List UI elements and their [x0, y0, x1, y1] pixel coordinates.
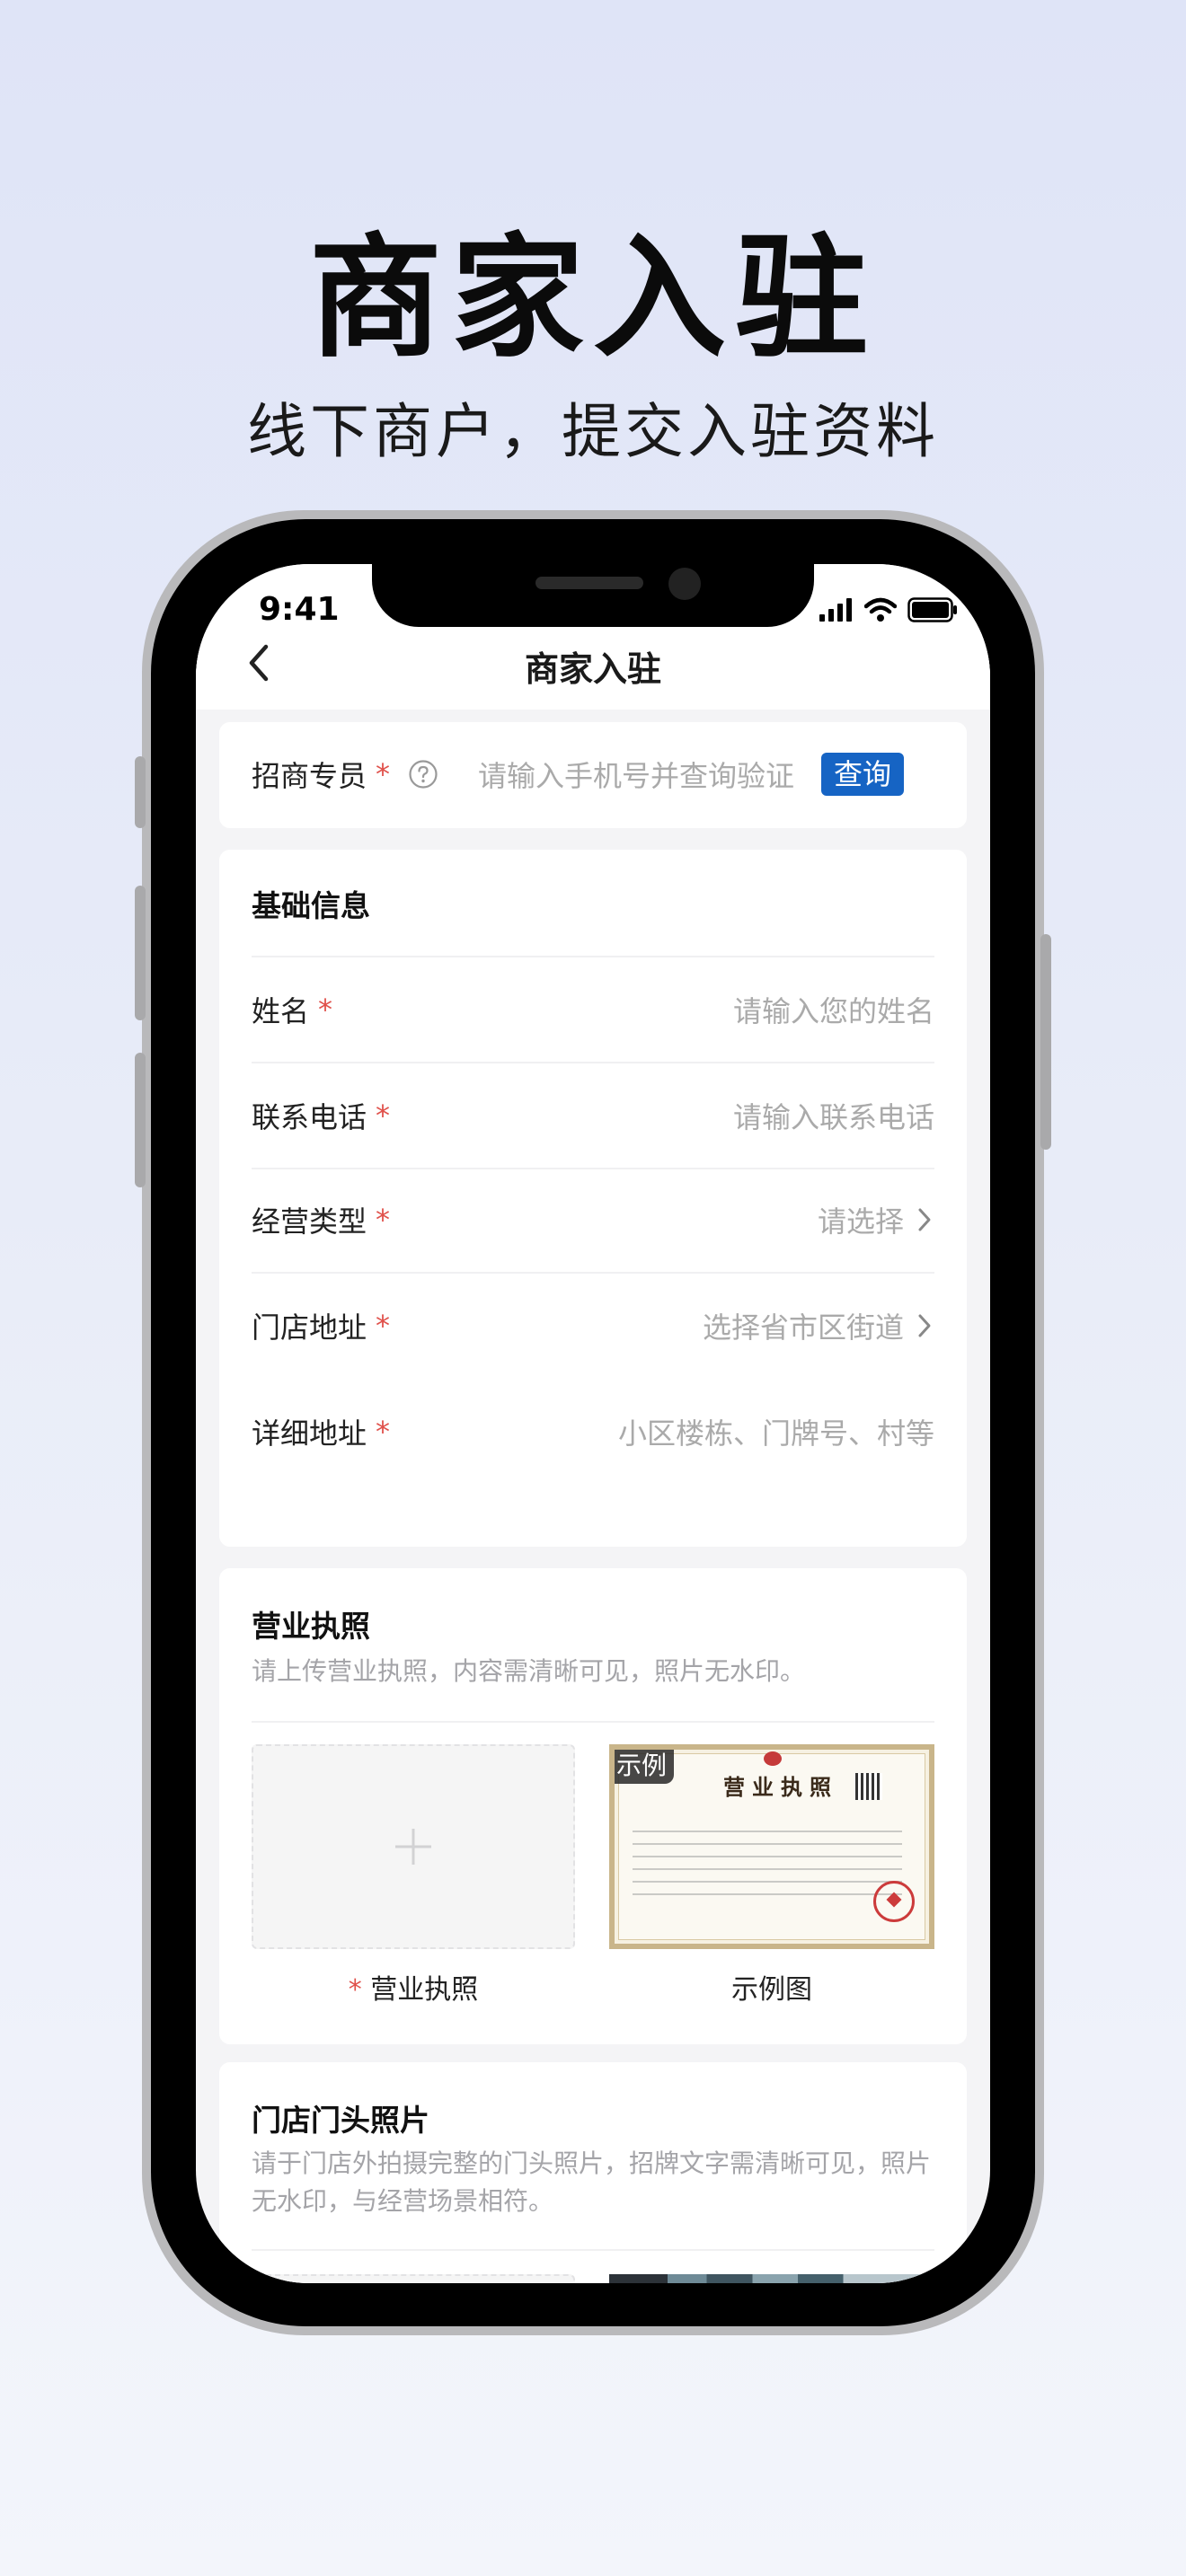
- required-mark: *: [376, 1098, 391, 1133]
- store-address-select[interactable]: 选择省市区街道: [703, 1305, 934, 1346]
- example-red-seal: [873, 1881, 915, 1922]
- required-mark: *: [376, 757, 391, 791]
- divider: [252, 1721, 934, 1723]
- divider: [252, 2249, 934, 2251]
- field-detail-address[interactable]: 详细地址 * 小区楼栋、门牌号、村等: [252, 1380, 934, 1484]
- wifi-icon: [864, 597, 897, 622]
- agent-card: 招商专员 * 请输入手机号并查询验证 查询: [219, 722, 967, 828]
- status-icons: [819, 596, 958, 623]
- battery-icon: [907, 597, 957, 622]
- phone-volume-up-button: [135, 886, 146, 1020]
- nav-title: 商家入驻: [524, 649, 661, 689]
- required-mark: *: [376, 1415, 391, 1449]
- phone-screen: 9:41 商家入驻 招商专员 * 请输入手机号并查询验证 查询 基础信息 姓名 …: [196, 564, 990, 2283]
- notch-speaker: [535, 577, 643, 589]
- field-label: 门店地址: [252, 1310, 367, 1345]
- business-type-value: 请选择: [817, 1204, 904, 1239]
- storefront-description: 请于门店外拍摄完整的门头照片，招牌文字需清晰可见，照片无水印，与经营场景相符。: [252, 2148, 932, 2216]
- plus-icon: [395, 1829, 431, 1865]
- notch-camera: [668, 568, 701, 600]
- license-upload-box[interactable]: [252, 1744, 575, 1949]
- signal-icon: [819, 598, 852, 622]
- chevron-right-icon: [918, 1208, 931, 1231]
- required-mark: *: [376, 1309, 391, 1343]
- section-title-license: 营业执照: [252, 1609, 370, 1644]
- detail-address-input[interactable]: 小区楼栋、门牌号、村等: [618, 1411, 934, 1452]
- business-type-select[interactable]: 请选择: [818, 1199, 934, 1240]
- hero-subtitle: 线下商户，提交入驻资料: [247, 397, 939, 466]
- status-time: 9:41: [259, 591, 340, 628]
- required-mark: *: [376, 1203, 391, 1237]
- field-store-address[interactable]: 门店地址 * 选择省市区街道: [252, 1274, 934, 1378]
- section-title-storefront: 门店门头照片: [252, 2103, 429, 2138]
- required-mark: *: [318, 992, 333, 1027]
- field-name[interactable]: 姓名 * 请输入您的姓名: [252, 957, 934, 1062]
- phone-mute-switch: [135, 756, 146, 828]
- storefront-example-image[interactable]: [609, 2274, 934, 2283]
- example-text-lines: [633, 1820, 902, 1901]
- agent-row: 招商专员 * 请输入手机号并查询验证 查询: [252, 722, 934, 826]
- basic-info-card: 基础信息 姓名 * 请输入您的姓名 联系电话 * 请输入联系电话 经营类型 * …: [219, 850, 967, 1547]
- field-label: 姓名: [252, 994, 310, 1028]
- section-title-basic-info: 基础信息: [252, 888, 370, 923]
- example-qr-code: [855, 1773, 882, 1800]
- field-business-type[interactable]: 经营类型 * 请选择: [252, 1168, 934, 1272]
- hero-title: 商家入驻: [309, 221, 877, 375]
- chevron-right-icon: [918, 1314, 931, 1337]
- store-address-value: 选择省市区街道: [702, 1310, 904, 1345]
- phone-volume-down-button: [135, 1053, 146, 1187]
- storefront-upload-box[interactable]: [252, 2274, 575, 2283]
- required-mark: *: [348, 1974, 362, 2006]
- license-example-caption: 示例图: [731, 1974, 812, 2006]
- license-description: 请上传营业执照，内容需清晰可见，照片无水印。: [252, 1656, 806, 1686]
- license-upload-label: 营业执照: [370, 1974, 479, 2006]
- field-label: 经营类型: [252, 1204, 367, 1239]
- query-button[interactable]: 查询: [821, 753, 905, 796]
- business-license-card: 营业执照 请上传营业执照，内容需清晰可见，照片无水印。 * 营业执照 营业执照 …: [219, 1568, 967, 2044]
- storefront-photo-card: 门店门头照片 请于门店外拍摄完整的门头照片，招牌文字需清晰可见，照片无水印，与经…: [219, 2062, 967, 2283]
- phone-input[interactable]: 请输入联系电话: [733, 1095, 934, 1136]
- nav-bar: 商家入驻: [196, 629, 990, 710]
- example-doc-title: 营业执照: [723, 1775, 838, 1800]
- help-icon[interactable]: [408, 759, 438, 790]
- agent-label: 招商专员: [252, 759, 367, 793]
- field-label: 联系电话: [252, 1100, 367, 1134]
- phone-power-button: [1040, 934, 1051, 1150]
- example-badge: 示例: [615, 1750, 675, 1784]
- license-example-image[interactable]: 营业执照 示例: [609, 1744, 934, 1949]
- license-upload-caption: * 营业执照: [252, 1967, 575, 2007]
- phone-notch: [372, 564, 814, 627]
- field-label: 详细地址: [252, 1416, 367, 1451]
- name-input[interactable]: 请输入您的姓名: [733, 989, 934, 1030]
- example-emblem: [764, 1751, 782, 1766]
- agent-phone-input[interactable]: 请输入手机号并查询验证: [478, 754, 794, 795]
- field-phone[interactable]: 联系电话 * 请输入联系电话: [252, 1063, 934, 1168]
